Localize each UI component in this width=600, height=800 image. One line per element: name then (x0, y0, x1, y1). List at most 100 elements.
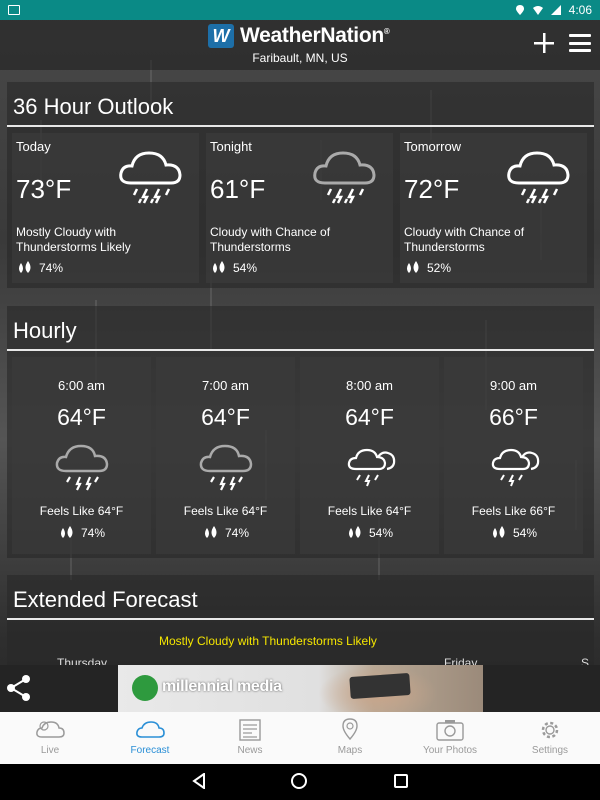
nav-maps[interactable]: Maps (300, 712, 400, 764)
precip-chance: 74% (39, 261, 64, 275)
outlook-card-today[interactable]: Today 73°F Mostly Cloudy with Thundersto… (12, 133, 199, 283)
menu-icon (569, 34, 591, 37)
home-icon[interactable] (291, 773, 307, 789)
live-cloud-icon (36, 721, 65, 738)
weathernation-logo-icon: W (208, 24, 234, 48)
precip-chance: 54% (233, 261, 258, 275)
nav-live[interactable]: Live (0, 712, 100, 764)
nav-settings[interactable]: Settings (500, 712, 600, 764)
storm-clouds-icon (347, 448, 396, 487)
extended-condition: Mostly Cloudy with Thunderstorms Likely (159, 634, 377, 648)
outlook-temp: 61°F (210, 174, 266, 204)
precip-chance: 74% (224, 526, 250, 540)
extended-title: Extended Forecast (13, 587, 198, 612)
outlook-title: 36 Hour Outlook (13, 94, 174, 119)
extended-strip[interactable]: Mostly Cloudy with Thunderstorms Likely … (7, 620, 594, 665)
hourly-time: 8:00 am (346, 378, 393, 393)
outlook-condition: Cloudy with Chance of Thunderstorms (210, 225, 331, 254)
nav-label: Forecast (130, 745, 170, 756)
thunderstorm-cloud-icon (313, 151, 376, 204)
brand-name: WeatherNation (240, 24, 384, 47)
menu-button[interactable] (569, 34, 591, 52)
nav-label: Maps (337, 745, 363, 756)
nav-label: Your Photos (422, 745, 478, 756)
photo-notification-icon (8, 5, 20, 15)
thunderstorm-cloud-icon (55, 444, 109, 491)
hourly-card[interactable]: 6:00 am 64°F Feels Like 64°F 74% (12, 357, 151, 554)
raindrops-icon (492, 526, 505, 538)
raindrops-icon (204, 526, 217, 538)
signal-icon (550, 5, 561, 15)
nav-your-photos[interactable]: Your Photos (400, 712, 500, 764)
outlook-card-tomorrow[interactable]: Tomorrow 72°F Cloudy with Chance of Thun… (400, 133, 587, 283)
news-icon (239, 719, 261, 741)
recent-apps-icon[interactable] (394, 774, 408, 788)
hourly-card[interactable]: 7:00 am 64°F Feels Like 64°F 74% (156, 357, 295, 554)
status-bar: 4:06 (0, 0, 600, 20)
storm-clouds-icon (491, 448, 540, 487)
forecast-cloud-icon (136, 721, 165, 738)
precip-chance: 54% (512, 526, 538, 540)
ad-banner[interactable]: millennial media (118, 665, 483, 712)
extended-day[interactable]: Thursday (57, 656, 107, 665)
map-pin-icon (342, 718, 358, 741)
outlook-condition: Mostly Cloudy with Thunderstorms Likely (16, 225, 131, 254)
share-icon[interactable] (6, 674, 32, 702)
raindrops-icon (213, 261, 225, 273)
system-nav-bar (0, 764, 600, 800)
nav-news[interactable]: News (200, 712, 300, 764)
raindrops-icon (348, 526, 361, 538)
nav-label: News (237, 745, 263, 756)
thunderstorm-cloud-icon (119, 151, 182, 204)
hourly-temp: 64°F (345, 404, 394, 430)
phone-image (349, 672, 411, 700)
thunderstorm-cloud-icon (199, 444, 253, 491)
hourly-card[interactable]: 8:00 am 64°F Feels Like 64°F 54% (300, 357, 439, 554)
brand-logo: W WeatherNation® (208, 24, 390, 48)
hourly-temp: 66°F (489, 404, 538, 430)
thunderstorm-cloud-icon (507, 151, 570, 204)
bottom-nav: Live Forecast News Maps Your Photos Sett… (0, 712, 600, 764)
camera-icon (436, 720, 464, 741)
precip-chance: 74% (80, 526, 106, 540)
status-time: 4:06 (568, 3, 592, 17)
app-header: W WeatherNation® Faribault, MN, US (0, 20, 600, 70)
hourly-time: 6:00 am (58, 378, 105, 393)
outlook-card-tonight[interactable]: Tonight 61°F Cloudy with Chance of Thund… (206, 133, 393, 283)
location-label: Faribault, MN, US (252, 51, 348, 65)
wifi-icon (532, 6, 543, 15)
extended-day[interactable]: Friday (444, 656, 477, 665)
ad-bar: millennial media (0, 665, 600, 712)
outlook-temp: 72°F (404, 174, 460, 204)
location-icon (515, 5, 524, 15)
hourly-section: Hourly 6:00 am 64°F Feels Like 64°F 74% … (7, 306, 594, 558)
hourly-feels-like: Feels Like 66°F (471, 504, 556, 518)
hourly-feels-like: Feels Like 64°F (327, 504, 412, 518)
add-location-button[interactable] (533, 32, 555, 54)
outlook-condition: Cloudy with Chance of Thunderstorms (404, 225, 525, 254)
raindrops-icon (407, 261, 419, 273)
millennial-media-logo-icon (132, 675, 158, 701)
precip-chance: 52% (427, 261, 452, 275)
raindrops-icon (60, 526, 73, 538)
nav-label: Settings (531, 745, 569, 756)
outlook-section: 36 Hour Outlook Today 73°F Mostly Cloudy… (7, 82, 594, 288)
hourly-feels-like: Feels Like 64°F (39, 504, 124, 518)
ad-text: millennial media (162, 678, 282, 695)
hourly-temp: 64°F (57, 404, 106, 430)
back-icon[interactable] (192, 773, 206, 789)
hourly-title: Hourly (13, 318, 77, 343)
nav-forecast[interactable]: Forecast (100, 712, 200, 764)
precip-chance: 54% (368, 526, 394, 540)
extended-day[interactable]: S (581, 656, 589, 665)
outlook-temp: 73°F (16, 174, 72, 204)
gear-icon (541, 721, 559, 739)
nav-label: Live (40, 745, 60, 756)
hourly-time: 9:00 am (490, 378, 537, 393)
extended-section: Extended Forecast Mostly Cloudy with Thu… (7, 575, 594, 665)
hourly-feels-like: Feels Like 64°F (183, 504, 268, 518)
raindrops-icon (19, 261, 31, 273)
hourly-temp: 64°F (201, 404, 250, 430)
hourly-time: 7:00 am (202, 378, 249, 393)
hourly-card[interactable]: 9:00 am 66°F Feels Like 66°F 54% (444, 357, 583, 554)
